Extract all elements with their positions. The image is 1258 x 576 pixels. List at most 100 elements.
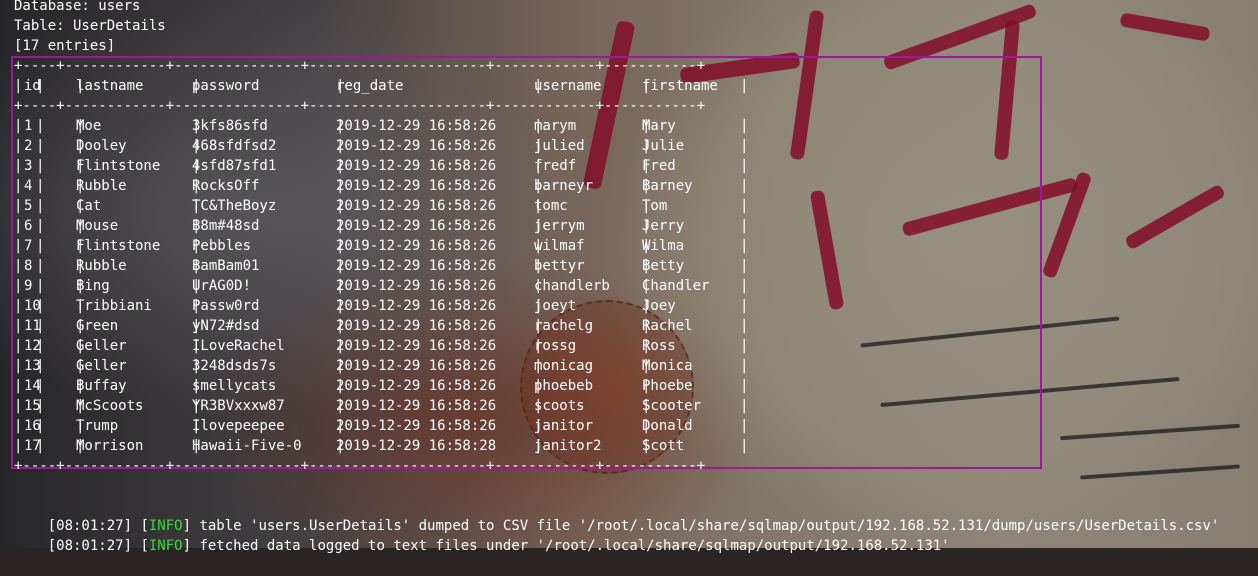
table-cell: barneyr — [534, 178, 594, 194]
log-tag-open: [ — [132, 538, 149, 554]
table-cell: Flintstone — [76, 158, 161, 174]
table-cell: firstname — [642, 78, 718, 94]
column-separator: | — [740, 198, 749, 214]
table-cell: Tom — [642, 198, 668, 214]
column-separator: | — [740, 78, 749, 94]
column-separator: | — [36, 138, 45, 154]
entries-count-line: [17 entries] — [14, 38, 116, 54]
table-cell: 17 — [24, 438, 41, 454]
log-tag-close: ] — [182, 538, 200, 554]
table-cell: Bing — [76, 278, 110, 294]
column-separator: | — [36, 178, 45, 194]
table-cell: Phoebe — [642, 378, 693, 394]
table-cell: 7 — [24, 238, 33, 254]
column-separator: | — [14, 398, 23, 414]
table-cell: Passw0rd — [192, 298, 260, 314]
column-separator: | — [14, 158, 23, 174]
table-name-line: Table: UserDetails — [14, 18, 166, 34]
table-cell: Fred — [642, 158, 676, 174]
column-separator: | — [36, 258, 45, 274]
column-separator: | — [740, 238, 749, 254]
column-separator: | — [14, 298, 23, 314]
table-cell: scoots — [534, 398, 585, 414]
table-cell: Trump — [76, 418, 119, 434]
table-cell: Geller — [76, 338, 127, 354]
table-cell: 14 — [24, 378, 41, 394]
table-cell: Cat — [76, 198, 102, 214]
table-cell: Mouse — [76, 218, 119, 234]
column-separator: | — [740, 118, 749, 134]
table-cell: Joey — [642, 298, 676, 314]
table-cell: 2019-12-29 16:58:26 — [336, 258, 497, 274]
table-cell: 2019-12-29 16:58:28 — [336, 438, 497, 454]
table-cell: wilmaf — [534, 238, 585, 254]
table-cell: Green — [76, 318, 119, 334]
column-separator: | — [14, 118, 23, 134]
terminal-output[interactable]: Database: users Table: UserDetails [17 e… — [14, 0, 1258, 554]
table-cell: monicag — [534, 358, 594, 374]
column-separator: | — [740, 258, 749, 274]
table-border-mid: +----+------------+---------------+-----… — [14, 98, 706, 114]
table-cell: TC&TheBoyz — [192, 198, 277, 214]
table-cell: BamBam01 — [192, 258, 260, 274]
table-cell: 16 — [24, 418, 41, 434]
table-cell: Geller — [76, 358, 127, 374]
table-cell: UrAG0D! — [192, 278, 252, 294]
column-separator: | — [14, 358, 23, 374]
table-cell: 15 — [24, 398, 41, 414]
table-cell: Barney — [642, 178, 693, 194]
table-cell: 2019-12-29 16:58:26 — [336, 298, 497, 314]
column-separator: | — [36, 238, 45, 254]
table-cell: 3kfs86sfd — [192, 118, 268, 134]
table-cell: 2019-12-29 16:58:26 — [336, 418, 497, 434]
column-separator: | — [14, 378, 23, 394]
table-cell: Hawaii-Five-0 — [192, 438, 302, 454]
column-separator: | — [740, 398, 749, 414]
table-cell: 11 — [24, 318, 41, 334]
table-cell: 2019-12-29 16:58:26 — [336, 138, 497, 154]
table-border-top: +----+------------+---------------+-----… — [14, 58, 706, 74]
column-separator: | — [740, 378, 749, 394]
column-separator: | — [14, 318, 23, 334]
table-cell: julied — [534, 138, 585, 154]
table-cell: McScoots — [76, 398, 144, 414]
table-cell: Scooter — [642, 398, 702, 414]
table-cell: Tribbiani — [76, 298, 152, 314]
table-cell: tomc — [534, 198, 568, 214]
table-cell: 1 — [24, 118, 33, 134]
table-cell: Flintstone — [76, 238, 161, 254]
table-cell: username — [534, 78, 602, 94]
table-cell: Rubble — [76, 258, 127, 274]
table-cell: Jerry — [642, 218, 685, 234]
column-separator: | — [740, 298, 749, 314]
table-cell: Pebbles — [192, 238, 252, 254]
table-cell: smellycats — [192, 378, 277, 394]
table-cell: 2019-12-29 16:58:26 — [336, 358, 497, 374]
table-cell: rachelg — [534, 318, 594, 334]
table-cell: bettyr — [534, 258, 585, 274]
table-cell: 13 — [24, 358, 41, 374]
column-separator: | — [36, 278, 45, 294]
table-cell: YR3BVxxxw87 — [192, 398, 285, 414]
log-message: fetched data logged to text files under … — [199, 538, 950, 554]
column-separator: | — [14, 238, 23, 254]
table-cell: ILoveRachel — [192, 338, 285, 354]
table-cell: B8m#48sd — [192, 218, 260, 234]
table-cell: joeyt — [534, 298, 577, 314]
table-cell: 8 — [24, 258, 33, 274]
column-separator: | — [36, 158, 45, 174]
database-line: Database: users — [14, 0, 141, 14]
table-cell: Rubble — [76, 178, 127, 194]
column-separator: | — [740, 418, 749, 434]
column-separator: | — [740, 438, 749, 454]
column-separator: | — [740, 278, 749, 294]
table-cell: lastname — [76, 78, 144, 94]
table-cell: 2019-12-29 16:58:26 — [336, 398, 497, 414]
table-cell: 2 — [24, 138, 33, 154]
table-cell: 10 — [24, 298, 41, 314]
column-separator: | — [14, 218, 23, 234]
table-cell: 3248dsds7s — [192, 358, 277, 374]
table-cell: 12 — [24, 338, 41, 354]
column-separator: | — [14, 418, 23, 434]
column-separator: | — [14, 78, 23, 94]
